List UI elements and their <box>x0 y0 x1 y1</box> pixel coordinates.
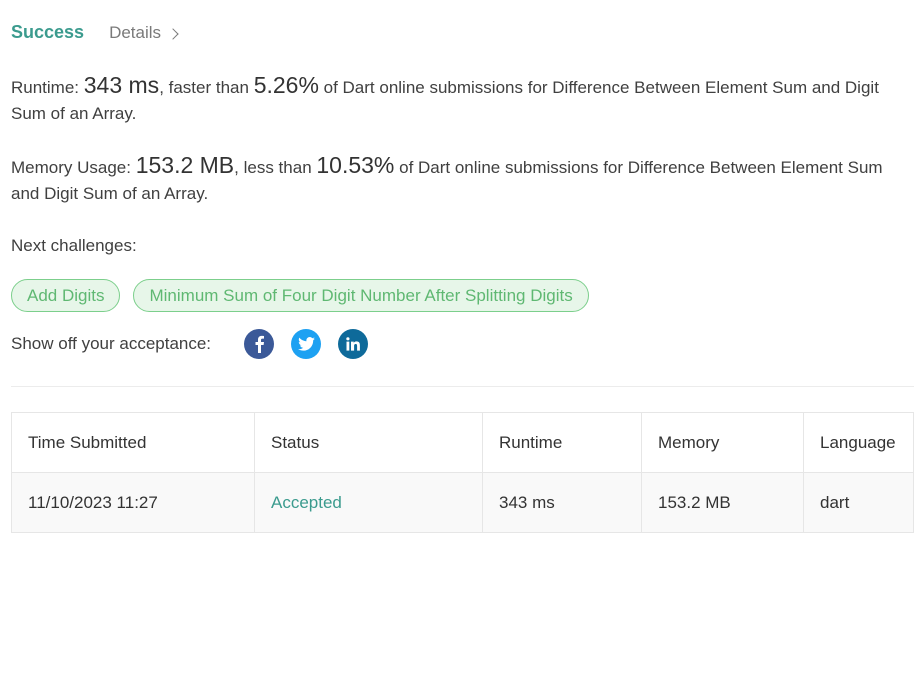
cell-runtime: 343 ms <box>482 472 642 533</box>
memory-value: 153.2 MB <box>135 152 235 178</box>
column-header-language: Language <box>803 412 914 473</box>
facebook-icon[interactable] <box>244 329 275 359</box>
result-tabs: Success Details <box>11 22 179 43</box>
tab-success[interactable]: Success <box>11 22 84 43</box>
column-header-memory: Memory <box>641 412 804 473</box>
section-divider <box>11 386 914 387</box>
memory-label: Memory Usage: <box>11 158 136 177</box>
runtime-mid: , faster than <box>159 78 254 97</box>
column-header-runtime: Runtime <box>482 412 642 473</box>
cell-status-link[interactable]: Accepted <box>254 472 483 533</box>
submission-table: Time Submitted Status Runtime Memory Lan… <box>11 412 914 533</box>
runtime-value: 343 ms <box>83 72 160 98</box>
column-header-status: Status <box>254 412 483 473</box>
linkedin-icon[interactable] <box>338 329 369 359</box>
memory-percent: 10.53% <box>316 152 395 178</box>
memory-stat: Memory Usage: 153.2 MB, less than 10.53%… <box>11 152 906 207</box>
cell-language: dart <box>803 472 914 533</box>
cell-time-submitted: 11/10/2023 11:27 <box>11 472 255 533</box>
memory-mid: , less than <box>234 158 317 177</box>
cell-memory: 153.2 MB <box>641 472 804 533</box>
challenge-chip-add-digits[interactable]: Add Digits <box>11 279 121 312</box>
challenge-chip-minimum-sum[interactable]: Minimum Sum of Four Digit Number After S… <box>133 279 589 312</box>
share-row: Show off your acceptance: <box>11 329 385 359</box>
table-header-row: Time Submitted Status Runtime Memory Lan… <box>11 412 914 473</box>
next-challenges-label: Next challenges: <box>11 236 137 255</box>
tab-details-label: Details <box>109 23 162 42</box>
column-header-time: Time Submitted <box>11 412 255 473</box>
tab-details[interactable]: Details <box>109 23 179 43</box>
runtime-stat: Runtime: 343 ms, faster than 5.26% of Da… <box>11 72 906 127</box>
table-row: 11/10/2023 11:27 Accepted 343 ms 153.2 M… <box>11 472 914 533</box>
runtime-label: Runtime: <box>11 78 84 97</box>
twitter-icon[interactable] <box>291 329 322 359</box>
runtime-percent: 5.26% <box>253 72 319 98</box>
chevron-right-icon <box>167 27 179 40</box>
share-label: Show off your acceptance: <box>11 334 212 353</box>
next-challenges-list: Add Digits Minimum Sum of Four Digit Num… <box>11 279 602 312</box>
